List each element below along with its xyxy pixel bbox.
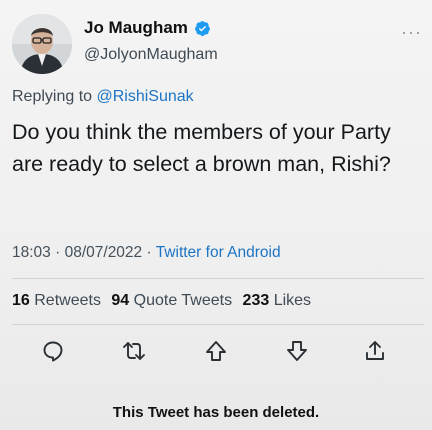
downvote-button[interactable] [284, 338, 310, 364]
likes-count: 233 [242, 292, 270, 309]
more-options-icon[interactable]: ··· [401, 22, 422, 43]
tweet-text: Do you think the members of your Party a… [12, 120, 391, 176]
retweets-count: 16 [12, 292, 30, 309]
verified-badge-icon [194, 20, 210, 36]
meta-separator-2: · [146, 244, 152, 261]
tweet-card: Jo Maugham @JolyonMaugham ··· Replying t… [0, 0, 432, 430]
action-bar [40, 338, 392, 364]
share-button[interactable] [362, 338, 388, 364]
avatar[interactable] [12, 14, 72, 74]
author-name-row[interactable]: Jo Maugham [84, 18, 211, 38]
retweets-stat[interactable]: 16 Retweets [12, 292, 101, 309]
retweets-label: Retweets [34, 292, 101, 309]
divider-top [12, 278, 424, 279]
quotes-count: 94 [111, 292, 130, 309]
upvote-icon [206, 341, 226, 361]
profile-photo [12, 14, 72, 74]
likes-label: Likes [273, 292, 312, 309]
author-name[interactable]: Jo Maugham [84, 18, 188, 38]
reply-context-prefix: Replying to [12, 88, 93, 105]
likes-stat[interactable]: 233 Likes [243, 292, 312, 309]
tweet-time[interactable]: 18:03 [12, 244, 51, 261]
downvote-icon [287, 341, 307, 361]
quotes-stat[interactable]: 94 Quote Tweets [111, 292, 232, 309]
divider-bottom [12, 324, 424, 325]
quotes-label: Quote Tweets [133, 292, 233, 309]
reply-icon [43, 341, 63, 362]
tweet-source-link[interactable]: Twitter for Android [156, 244, 281, 261]
meta-separator: · [55, 244, 61, 261]
upvote-button[interactable] [203, 338, 229, 364]
reply-context: Replying to @RishiSunak [12, 88, 194, 106]
tweet-date[interactable]: 08/07/2022 [65, 244, 143, 261]
deleted-notice: This Tweet has been deleted. [112, 404, 320, 421]
reply-mention-link[interactable]: @RishiSunak [97, 88, 194, 105]
reply-button[interactable] [40, 338, 66, 364]
retweet-button[interactable] [121, 338, 147, 364]
engagement-stats: 16 Retweets 94 Quote Tweets 233 Likes [12, 292, 311, 310]
author-handle[interactable]: @JolyonMaugham [84, 46, 218, 64]
retweet-icon [123, 342, 145, 360]
share-icon [366, 341, 384, 360]
tweet-meta: 18:03 · 08/07/2022 · Twitter for Android [12, 244, 281, 262]
